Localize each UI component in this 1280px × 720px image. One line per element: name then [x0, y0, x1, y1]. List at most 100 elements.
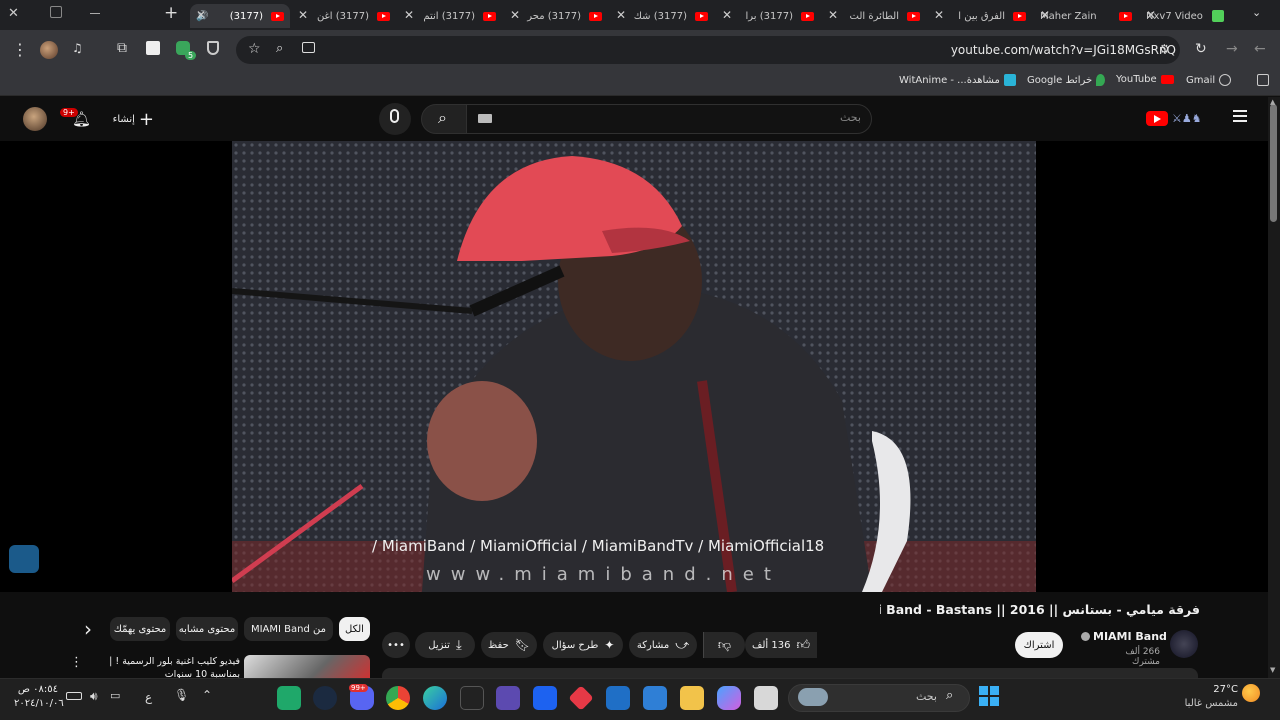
tab[interactable]: (3177) برا ✕	[716, 4, 820, 28]
tab-title: (3177)	[229, 10, 263, 22]
outlook-icon[interactable]	[606, 686, 630, 710]
tab[interactable]: (3177) محر ✕	[504, 4, 608, 28]
scroll-up-icon[interactable]: ▲	[1270, 98, 1275, 106]
tab-close-icon[interactable]: ✕	[510, 8, 520, 22]
visual-studio-icon[interactable]	[496, 686, 520, 710]
zoom-icon[interactable]: ⌕	[276, 41, 283, 56]
tab-close-icon[interactable]: ✕	[722, 8, 732, 22]
minimize-window-button[interactable]	[90, 13, 100, 14]
tab[interactable]: (3177) شك ✕	[610, 4, 714, 28]
media-controls-icon[interactable]: ♫	[72, 41, 83, 55]
tab-close-icon[interactable]: ✕	[196, 8, 206, 22]
tab-close-icon[interactable]: ✕	[828, 8, 838, 22]
profile-avatar[interactable]	[40, 41, 58, 59]
weather-description[interactable]: مشمس غالبا	[1180, 698, 1238, 709]
video-player[interactable]: / MiamiBand / MiamiOfficial / MiamiBandT…	[232, 141, 1036, 592]
show-hidden-icons[interactable]: ⌃	[202, 688, 212, 702]
scrollbar-thumb[interactable]	[1270, 104, 1277, 222]
youtube-logo[interactable]	[1146, 111, 1168, 126]
more-actions-button[interactable]: •••	[382, 632, 410, 658]
tab[interactable]: Nxv7 Video ✕	[1140, 4, 1230, 28]
chip-from-channel[interactable]: من MIAMI Band	[244, 617, 333, 641]
chip-related[interactable]: محتوى مشابه	[176, 617, 238, 641]
subscribe-button[interactable]: اشتراك	[1015, 632, 1063, 658]
tab[interactable]: (3177) انتم ✕	[398, 4, 502, 28]
copilot-icon[interactable]	[717, 686, 741, 710]
ask-button[interactable]: ✦ طرح سؤال	[543, 632, 623, 658]
maximize-window-button[interactable]	[50, 6, 62, 18]
bookmark-youtube[interactable]: YouTube	[1116, 74, 1174, 85]
hamburger-menu-icon[interactable]	[1233, 110, 1247, 122]
save-button[interactable]: 🔖︎ حفظ	[481, 632, 537, 658]
chips-next-button[interactable]: ›	[78, 617, 98, 641]
dislike-button[interactable]: 👎︎	[703, 632, 745, 658]
bookmark-witanime[interactable]: مشاهدة... - WitAnime	[899, 74, 1016, 86]
reload-icon[interactable]: ↻	[1195, 41, 1207, 57]
channel-avatar[interactable]	[1170, 630, 1198, 658]
tab[interactable]: الفرق بين ا ✕	[928, 4, 1032, 28]
suggested-menu-icon[interactable]: ⋮	[70, 655, 83, 670]
back-icon[interactable]: →	[1226, 41, 1238, 57]
shield-icon[interactable]	[207, 41, 219, 55]
like-button[interactable]: 👍︎ 136 ألف	[745, 632, 817, 658]
clock-time[interactable]: ٠٨:٥٤ ص	[14, 684, 58, 695]
chip-for-you[interactable]: محتوى يهمّك	[110, 617, 170, 641]
language-indicator[interactable]: ع	[145, 690, 152, 704]
tab[interactable]: (3177) اغن ✕	[292, 4, 396, 28]
tab-close-icon[interactable]: ✕	[404, 8, 414, 22]
tab[interactable]: الطائرة الت ✕	[822, 4, 926, 28]
extensions-icon[interactable]: ⧉	[117, 40, 127, 56]
tab-close-icon[interactable]: ✕	[616, 8, 626, 22]
extension-icon[interactable]	[146, 41, 160, 55]
keyboard-icon[interactable]	[478, 114, 492, 123]
tab-close-icon[interactable]: ✕	[1040, 8, 1050, 22]
url-text[interactable]: youtube.com/watch?v=JGi18MGsRnQ	[951, 43, 1176, 57]
tab-close-icon[interactable]: ✕	[298, 8, 308, 22]
tab[interactable]: Maher Zain ✕	[1034, 4, 1138, 28]
clock-date[interactable]: ٢٠٢٤/١٠/٠٦	[14, 698, 64, 709]
site-settings-icon[interactable]: ⚙	[1159, 42, 1170, 56]
forward-icon[interactable]: ←	[1254, 41, 1266, 57]
discord-badge: 99+	[349, 684, 368, 692]
store-icon[interactable]	[643, 686, 667, 710]
search-input[interactable]	[466, 104, 872, 134]
network-icon[interactable]: ▭	[110, 689, 120, 702]
download-button[interactable]: ⤓ تنزيل	[415, 632, 475, 658]
tab-search-button[interactable]: ⌄	[1252, 6, 1261, 19]
menu-dots-icon[interactable]: ⋮	[12, 40, 28, 59]
account-avatar[interactable]	[23, 107, 47, 131]
battery-icon[interactable]	[66, 692, 82, 700]
weather-temperature[interactable]: 27°C	[1198, 684, 1238, 695]
file-explorer-icon[interactable]	[680, 686, 704, 710]
install-app-icon[interactable]	[302, 42, 315, 53]
chrome-icon[interactable]	[386, 686, 410, 710]
tab-close-icon[interactable]: ✕	[1146, 8, 1156, 22]
scroll-down-icon[interactable]: ▼	[1270, 666, 1275, 674]
files-app-icon[interactable]	[754, 686, 778, 710]
app-green-icon[interactable]	[277, 686, 301, 710]
bookmark-gmail[interactable]: Gmail	[1186, 74, 1232, 86]
volume-icon[interactable]: 🔊︎	[90, 689, 98, 704]
channel-name[interactable]: MIAMI Band	[1093, 630, 1167, 643]
bookmark-maps[interactable]: خرائط Google	[1027, 74, 1106, 86]
epic-games-icon[interactable]	[460, 686, 484, 710]
tab-close-icon[interactable]: ✕	[934, 8, 944, 22]
search-icon: ⌕	[438, 108, 447, 127]
tab-active[interactable]: (3177) 🔊 ✕	[190, 4, 290, 28]
suggested-title[interactable]: فيديو كليب اغنية بلور الرسمية ! | بمناسب…	[82, 655, 240, 678]
weather-icon[interactable]	[1242, 684, 1260, 702]
close-window-button[interactable]: ✕	[8, 6, 24, 22]
new-tab-button[interactable]: +	[164, 3, 180, 23]
create-button[interactable]: + إنشاء	[104, 107, 154, 131]
bookmark-star-icon[interactable]: ☆	[248, 41, 261, 57]
start-button[interactable]	[979, 686, 999, 706]
plus-icon: +	[138, 108, 154, 130]
microphone-tray-icon[interactable]: 🎙︎	[174, 688, 189, 702]
dropbox-icon[interactable]	[533, 686, 557, 710]
chip-all[interactable]: الكل	[339, 617, 370, 641]
edge-icon[interactable]	[423, 686, 447, 710]
suggested-thumbnail[interactable]	[244, 655, 370, 678]
share-button[interactable]: ⤻ مشاركة	[629, 632, 697, 658]
steam-icon[interactable]	[313, 686, 337, 710]
all-bookmarks-icon[interactable]	[1257, 74, 1269, 86]
